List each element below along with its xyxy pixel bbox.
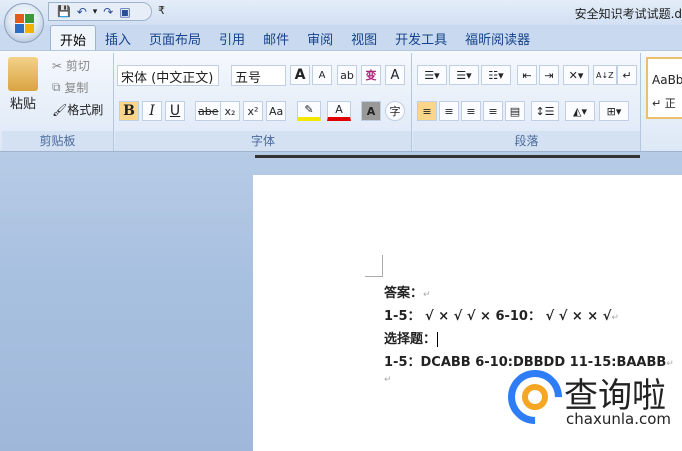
save-icon[interactable]: 💾 [57,5,71,18]
clipboard-group: 粘贴 ✂ 剪切 ⧉ 复制 🖌 格式刷 剪贴板 [2,53,114,151]
shading-button[interactable]: ◭▾ [565,101,595,121]
tab-mailings[interactable]: 邮件 [254,25,298,50]
character-border-button[interactable]: A [385,65,405,85]
clipboard-group-label: 剪贴板 [2,131,113,151]
quick-access-toolbar: 💾 ↶ ▾ ↷ ▣ [48,2,152,21]
print-preview-icon[interactable]: ▣ [119,5,130,19]
ribbon-tabs: 开始 插入 页面布局 引用 邮件 审阅 视图 开发工具 福昕阅读器 [0,25,682,50]
strikethrough-button[interactable]: abe [195,101,222,121]
undo-dropdown-icon[interactable]: ▾ [93,7,98,17]
margin-corner-mark [365,255,383,277]
shrink-font-button[interactable]: A [312,65,332,85]
grow-font-button[interactable]: A [290,65,310,85]
font-group: 宋体 (中文正文) 五号 A A ab 变 A B I U abe x₂ x² … [115,53,412,151]
borders-button[interactable]: ⊞▾ [599,101,629,121]
line-spacing-button[interactable]: ↕☰ [531,101,559,121]
font-group-label: 字体 [115,131,411,151]
chinese-layout-button[interactable]: ✕▾ [563,65,589,85]
tab-view[interactable]: 视图 [342,25,386,50]
paragraph-group: ☰▾ ☰▾ ☷▾ ⇤ ⇥ ✕▾ A↓Z ↵ ≡ ≡ ≡ ≡ ▤ ↕☰ ◭▾ ⊞▾… [413,53,641,151]
doc-line-3[interactable]: 选择题： [384,328,443,347]
font-size-combo[interactable]: 五号 [231,65,286,86]
italic-button[interactable]: I [142,101,162,121]
style-preview: AaBb [652,73,682,87]
paste-icon[interactable] [8,57,38,91]
paragraph-group-label: 段落 [413,131,640,151]
align-right-button[interactable]: ≡ [461,101,481,121]
subscript-button[interactable]: x₂ [220,101,240,121]
title-bar: 💾 ↶ ▾ ↷ ▣ ₹ 安全知识考试试题.d [0,0,682,25]
copy-button[interactable]: ⧉ 复制 [52,79,88,96]
align-center-button[interactable]: ≡ [439,101,459,121]
tab-review[interactable]: 审阅 [298,25,342,50]
undo-icon[interactable]: ↶ [77,5,87,19]
superscript-button[interactable]: x² [243,101,263,121]
style-normal[interactable]: AaBb ↵ 正 [646,57,682,119]
style-name: ↵ 正 [652,97,676,110]
tab-home[interactable]: 开始 [50,25,97,50]
increase-indent-button[interactable]: ⇥ [539,65,559,85]
bold-button[interactable]: B [119,101,139,121]
justify-button[interactable]: ≡ [483,101,503,121]
format-painter-button[interactable]: 🖌 格式刷 [52,101,103,118]
underline-button[interactable]: U [165,101,185,121]
redo-icon[interactable]: ↷ [103,5,113,19]
doc-line-1[interactable]: 答案：↵ [384,282,431,301]
tab-developer[interactable]: 开发工具 [386,25,456,50]
font-color-button[interactable]: A [327,101,351,121]
customize-qat-icon[interactable]: ₹ [158,4,165,17]
paragraph-mark: ↵ [384,375,392,385]
bullets-button[interactable]: ☰▾ [417,65,447,85]
cut-button[interactable]: ✂ 剪切 [52,57,90,74]
font-name-combo[interactable]: 宋体 (中文正文) [117,65,219,86]
highlight-color-button[interactable]: ✎ [297,101,321,121]
sort-button[interactable]: A↓Z [593,65,617,85]
tab-page-layout[interactable]: 页面布局 [140,25,210,50]
phonetic-guide-button[interactable]: 变 [361,65,381,85]
watermark-magnifier-icon [522,384,548,410]
ribbon: 粘贴 ✂ 剪切 ⧉ 复制 🖌 格式刷 剪贴板 宋体 (中文正文) 五号 A A a… [0,50,682,152]
numbering-button[interactable]: ☰▾ [449,65,479,85]
window-title: 安全知识考试试题.d [574,7,682,21]
multilevel-list-button[interactable]: ☷▾ [481,65,511,85]
format-painter-label: 格式刷 [67,103,104,117]
copy-label: 复制 [64,81,89,95]
doc-line-2[interactable]: 1-5： √ × √ √ × 6-10： √ √ × × √↵ [384,305,619,324]
cut-label: 剪切 [65,59,90,73]
character-shading-button[interactable]: A [361,101,381,121]
watermark-url: chaxunla.com [566,410,671,428]
distributed-button[interactable]: ▤ [505,101,525,121]
office-button[interactable] [4,3,44,43]
tab-foxit-reader[interactable]: 福昕阅读器 [456,25,539,50]
tab-references[interactable]: 引用 [210,25,254,50]
change-case-button[interactable]: Aa [266,101,287,121]
align-left-button[interactable]: ≡ [417,101,437,121]
divider [255,155,640,158]
clear-format-button[interactable]: ab [337,65,357,85]
enclose-characters-button[interactable]: 字 [385,101,405,121]
show-marks-button[interactable]: ↵ [617,65,637,85]
tab-insert[interactable]: 插入 [96,25,140,50]
text-cursor [437,332,443,347]
decrease-indent-button[interactable]: ⇤ [517,65,537,85]
paste-button[interactable]: 粘贴 [10,93,36,112]
